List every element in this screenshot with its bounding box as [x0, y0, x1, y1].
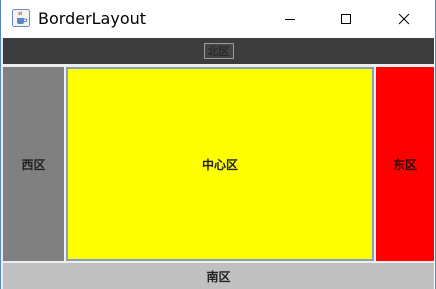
center-button[interactable]: 中心区 — [66, 67, 374, 261]
close-button[interactable] — [381, 0, 427, 38]
north-button[interactable]: 北区 — [3, 38, 434, 64]
west-label: 西区 — [21, 157, 46, 172]
minimize-button[interactable] — [267, 0, 313, 38]
maximize-icon — [341, 14, 351, 24]
maximize-button[interactable] — [323, 0, 369, 38]
close-icon — [398, 13, 410, 25]
east-button[interactable]: 东区 — [376, 67, 434, 261]
west-button[interactable]: 西区 — [3, 67, 64, 261]
app-window: BorderLayout 北区 西区 中心区 东区 南区 — [0, 0, 436, 289]
java-cup-icon[interactable] — [12, 9, 30, 27]
south-label: 南区 — [206, 269, 231, 284]
east-label: 东区 — [392, 157, 417, 172]
south-button[interactable]: 南区 — [3, 263, 434, 289]
title-bar[interactable]: BorderLayout — [1, 0, 435, 38]
north-label: 北区 — [203, 43, 234, 59]
window-title: BorderLayout — [38, 9, 147, 28]
minimize-icon — [285, 19, 295, 20]
center-label: 中心区 — [201, 157, 238, 172]
